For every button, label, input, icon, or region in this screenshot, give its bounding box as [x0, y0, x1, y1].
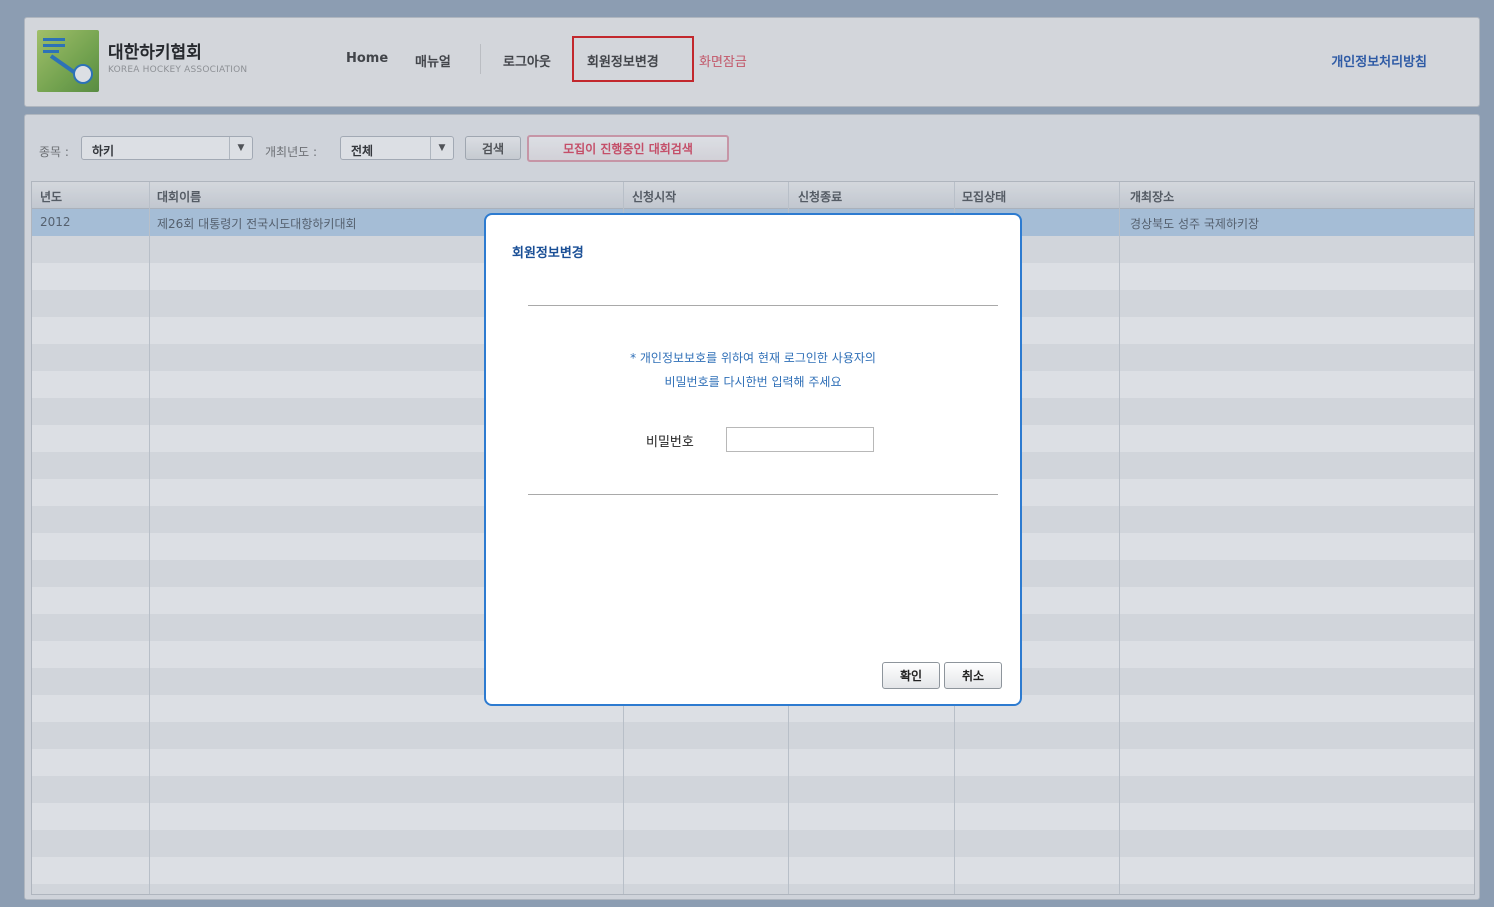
dialog-message-line1: * 개인정보보호를 위하여 현재 로그인한 사용자의 — [630, 351, 876, 365]
dialog-divider — [528, 494, 998, 495]
password-input[interactable] — [726, 427, 874, 452]
member-info-dialog: 회원정보변경 * 개인정보보호를 위하여 현재 로그인한 사용자의 비밀번호를 … — [484, 213, 1022, 706]
dialog-message-line2: 비밀번호를 다시한번 입력해 주세요 — [664, 375, 842, 389]
cancel-button[interactable]: 취소 — [944, 662, 1002, 689]
confirm-button[interactable]: 확인 — [882, 662, 940, 689]
password-label: 비밀번호 — [646, 435, 694, 450]
dialog-title: 회원정보변경 — [512, 246, 584, 261]
dialog-divider — [528, 305, 998, 306]
